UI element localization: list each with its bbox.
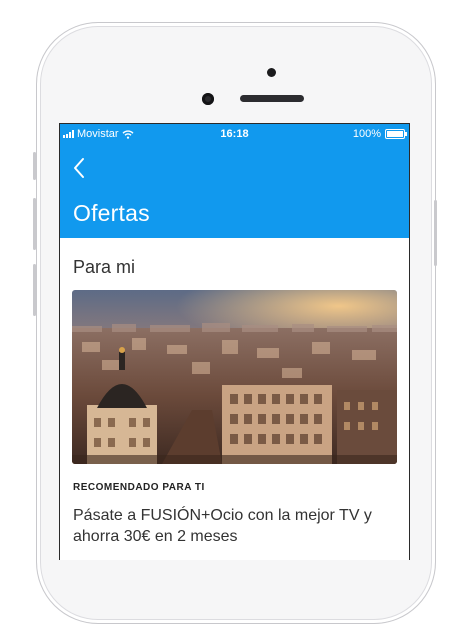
front-camera <box>202 93 214 105</box>
offer-headline: Pásate a FUSIÓN+Ocio con la mejor TV y a… <box>73 507 372 545</box>
offer-image <box>72 290 397 464</box>
volume-down-button <box>33 264 36 316</box>
back-button[interactable] <box>70 154 90 182</box>
power-button <box>434 200 437 266</box>
mute-switch <box>33 152 36 180</box>
app-screen: Movistar 16:18 100% Ofertas Para mi RECO… <box>59 123 410 560</box>
offer-tag: RECOMENDADO PARA TI <box>73 482 205 493</box>
front-sensor <box>267 68 276 77</box>
status-bar: Movistar 16:18 100% <box>60 124 409 144</box>
section-title: Para mi <box>73 257 136 277</box>
earpiece-speaker <box>240 95 304 102</box>
battery-indicator: 100% <box>352 128 407 140</box>
volume-up-button <box>33 198 36 250</box>
app-header: Movistar 16:18 100% Ofertas <box>60 124 409 238</box>
offer-card[interactable]: RECOMENDADO PARA TI Pásate a FUSIÓN+Ocio… <box>72 290 397 545</box>
page-title: Ofertas <box>73 200 150 226</box>
battery-icon <box>385 129 407 139</box>
chevron-left-icon <box>74 158 84 178</box>
battery-percent: 100% <box>352 128 381 140</box>
